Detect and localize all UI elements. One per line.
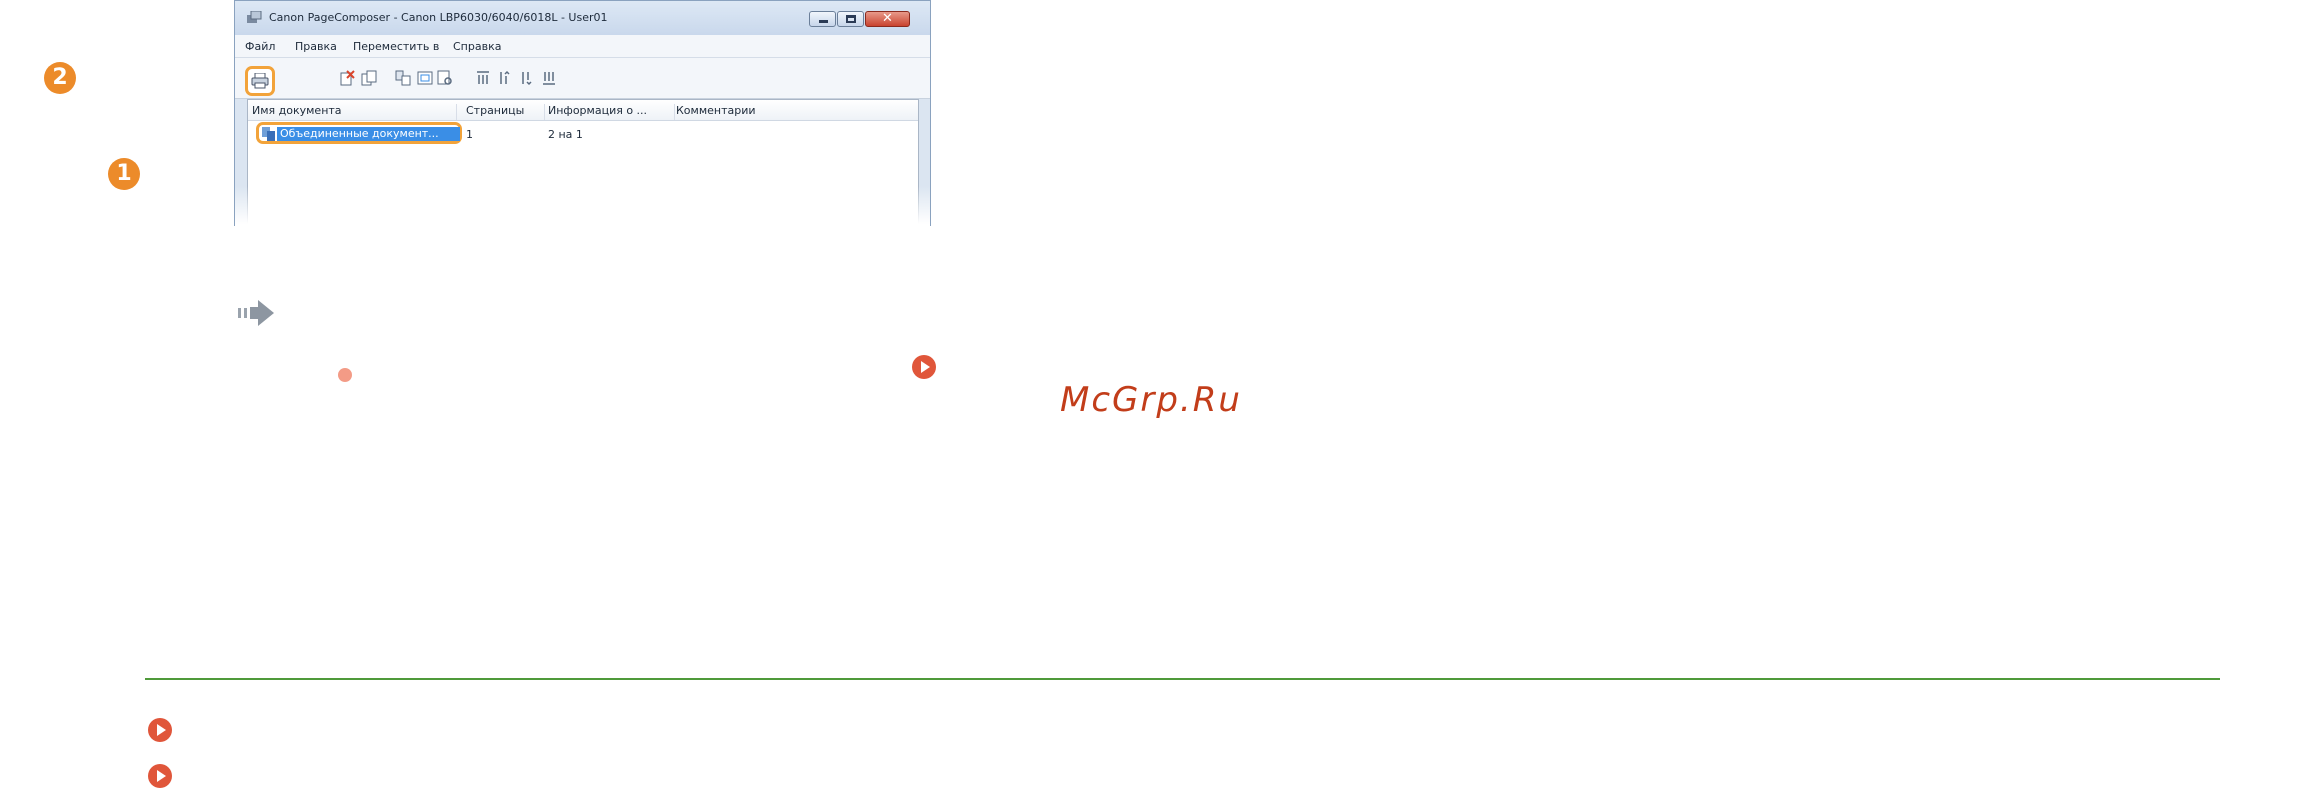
combined-document-icon: [262, 127, 275, 141]
print-icon: [251, 73, 269, 89]
column-header-info[interactable]: Информация о ...: [548, 104, 675, 120]
move-bottom-icon[interactable]: [541, 70, 557, 86]
menu-edit[interactable]: Правка: [295, 40, 337, 53]
table-row[interactable]: Объединенные документ...: [256, 122, 462, 144]
step-2-callout: 2: [44, 62, 76, 94]
list-header: Имя документа Страницы Информация о ... …: [248, 100, 918, 121]
toolbar: [235, 58, 930, 99]
minimize-button[interactable]: [809, 11, 836, 27]
move-up-icon[interactable]: [497, 70, 513, 86]
related-link-icon[interactable]: [148, 718, 172, 742]
copy-icon[interactable]: [361, 70, 377, 86]
bullet-icon: [338, 368, 352, 382]
column-header-name[interactable]: Имя документа: [252, 104, 457, 120]
maximize-icon: [846, 15, 856, 23]
preview-icon[interactable]: [437, 70, 453, 86]
delete-icon[interactable]: [339, 70, 355, 86]
close-button[interactable]: ✕: [865, 11, 910, 27]
document-list: Имя документа Страницы Информация о ... …: [247, 99, 919, 226]
window-title: Canon PageComposer - Canon LBP6030/6040/…: [269, 11, 608, 24]
menu-bar: Файл Правка Переместить в Справка: [235, 35, 930, 58]
print-button[interactable]: [245, 66, 275, 96]
move-down-icon[interactable]: [519, 70, 535, 86]
edit-icon[interactable]: [417, 70, 433, 86]
manual-page: Canon PageComposer - Canon LBP6030/6040/…: [0, 0, 2298, 792]
document-name-cell: Объединенные документ...: [277, 127, 460, 141]
minimize-icon: [819, 20, 828, 23]
column-header-pages[interactable]: Страницы: [466, 104, 545, 120]
result-arrow-icon: [238, 300, 274, 326]
app-icon: [247, 11, 262, 23]
menu-move-to[interactable]: Переместить в: [353, 40, 439, 53]
menu-help[interactable]: Справка: [453, 40, 501, 53]
watermark: McGrp.Ru: [1060, 380, 1242, 420]
link-arrow-icon[interactable]: [912, 355, 936, 379]
related-link-icon[interactable]: [148, 764, 172, 788]
step-1-callout: 1: [108, 158, 140, 190]
move-top-icon[interactable]: [475, 70, 491, 86]
column-header-comments[interactable]: Комментарии: [676, 104, 800, 120]
combine-icon[interactable]: [395, 70, 411, 86]
title-bar: Canon PageComposer - Canon LBP6030/6040/…: [235, 1, 930, 35]
pagecomposer-window-screenshot: Canon PageComposer - Canon LBP6030/6040/…: [234, 0, 931, 226]
pages-cell: 1: [466, 128, 473, 141]
close-icon: ✕: [882, 11, 893, 26]
info-cell: 2 на 1: [548, 128, 583, 141]
section-divider: [145, 678, 2220, 680]
menu-file[interactable]: Файл: [245, 40, 275, 53]
maximize-button[interactable]: [837, 11, 864, 27]
